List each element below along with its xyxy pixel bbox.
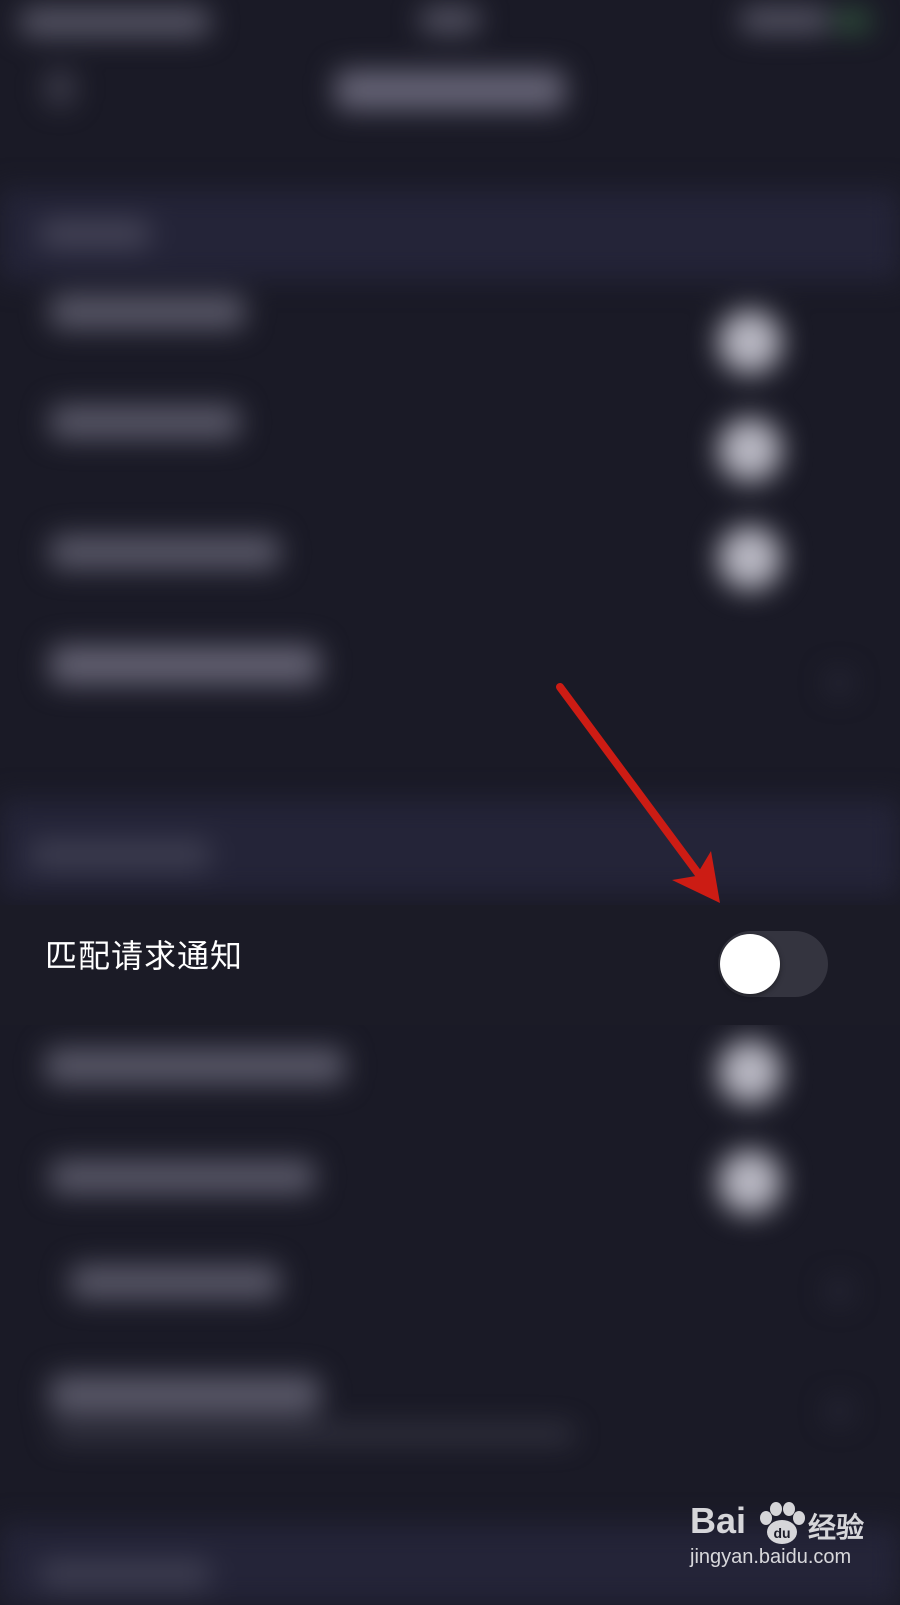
baidu-paw-icon: du bbox=[760, 1502, 805, 1544]
baidu-logo-text: Bai bbox=[690, 1500, 747, 1541]
annotation-arrow-icon bbox=[556, 683, 720, 903]
svg-text:du: du bbox=[773, 1525, 790, 1541]
watermark: Bai du 经验 jingyan.baidu.com bbox=[690, 1500, 890, 1590]
watermark-url: jingyan.baidu.com bbox=[690, 1546, 852, 1568]
watermark-label: 经验 bbox=[808, 1511, 865, 1544]
